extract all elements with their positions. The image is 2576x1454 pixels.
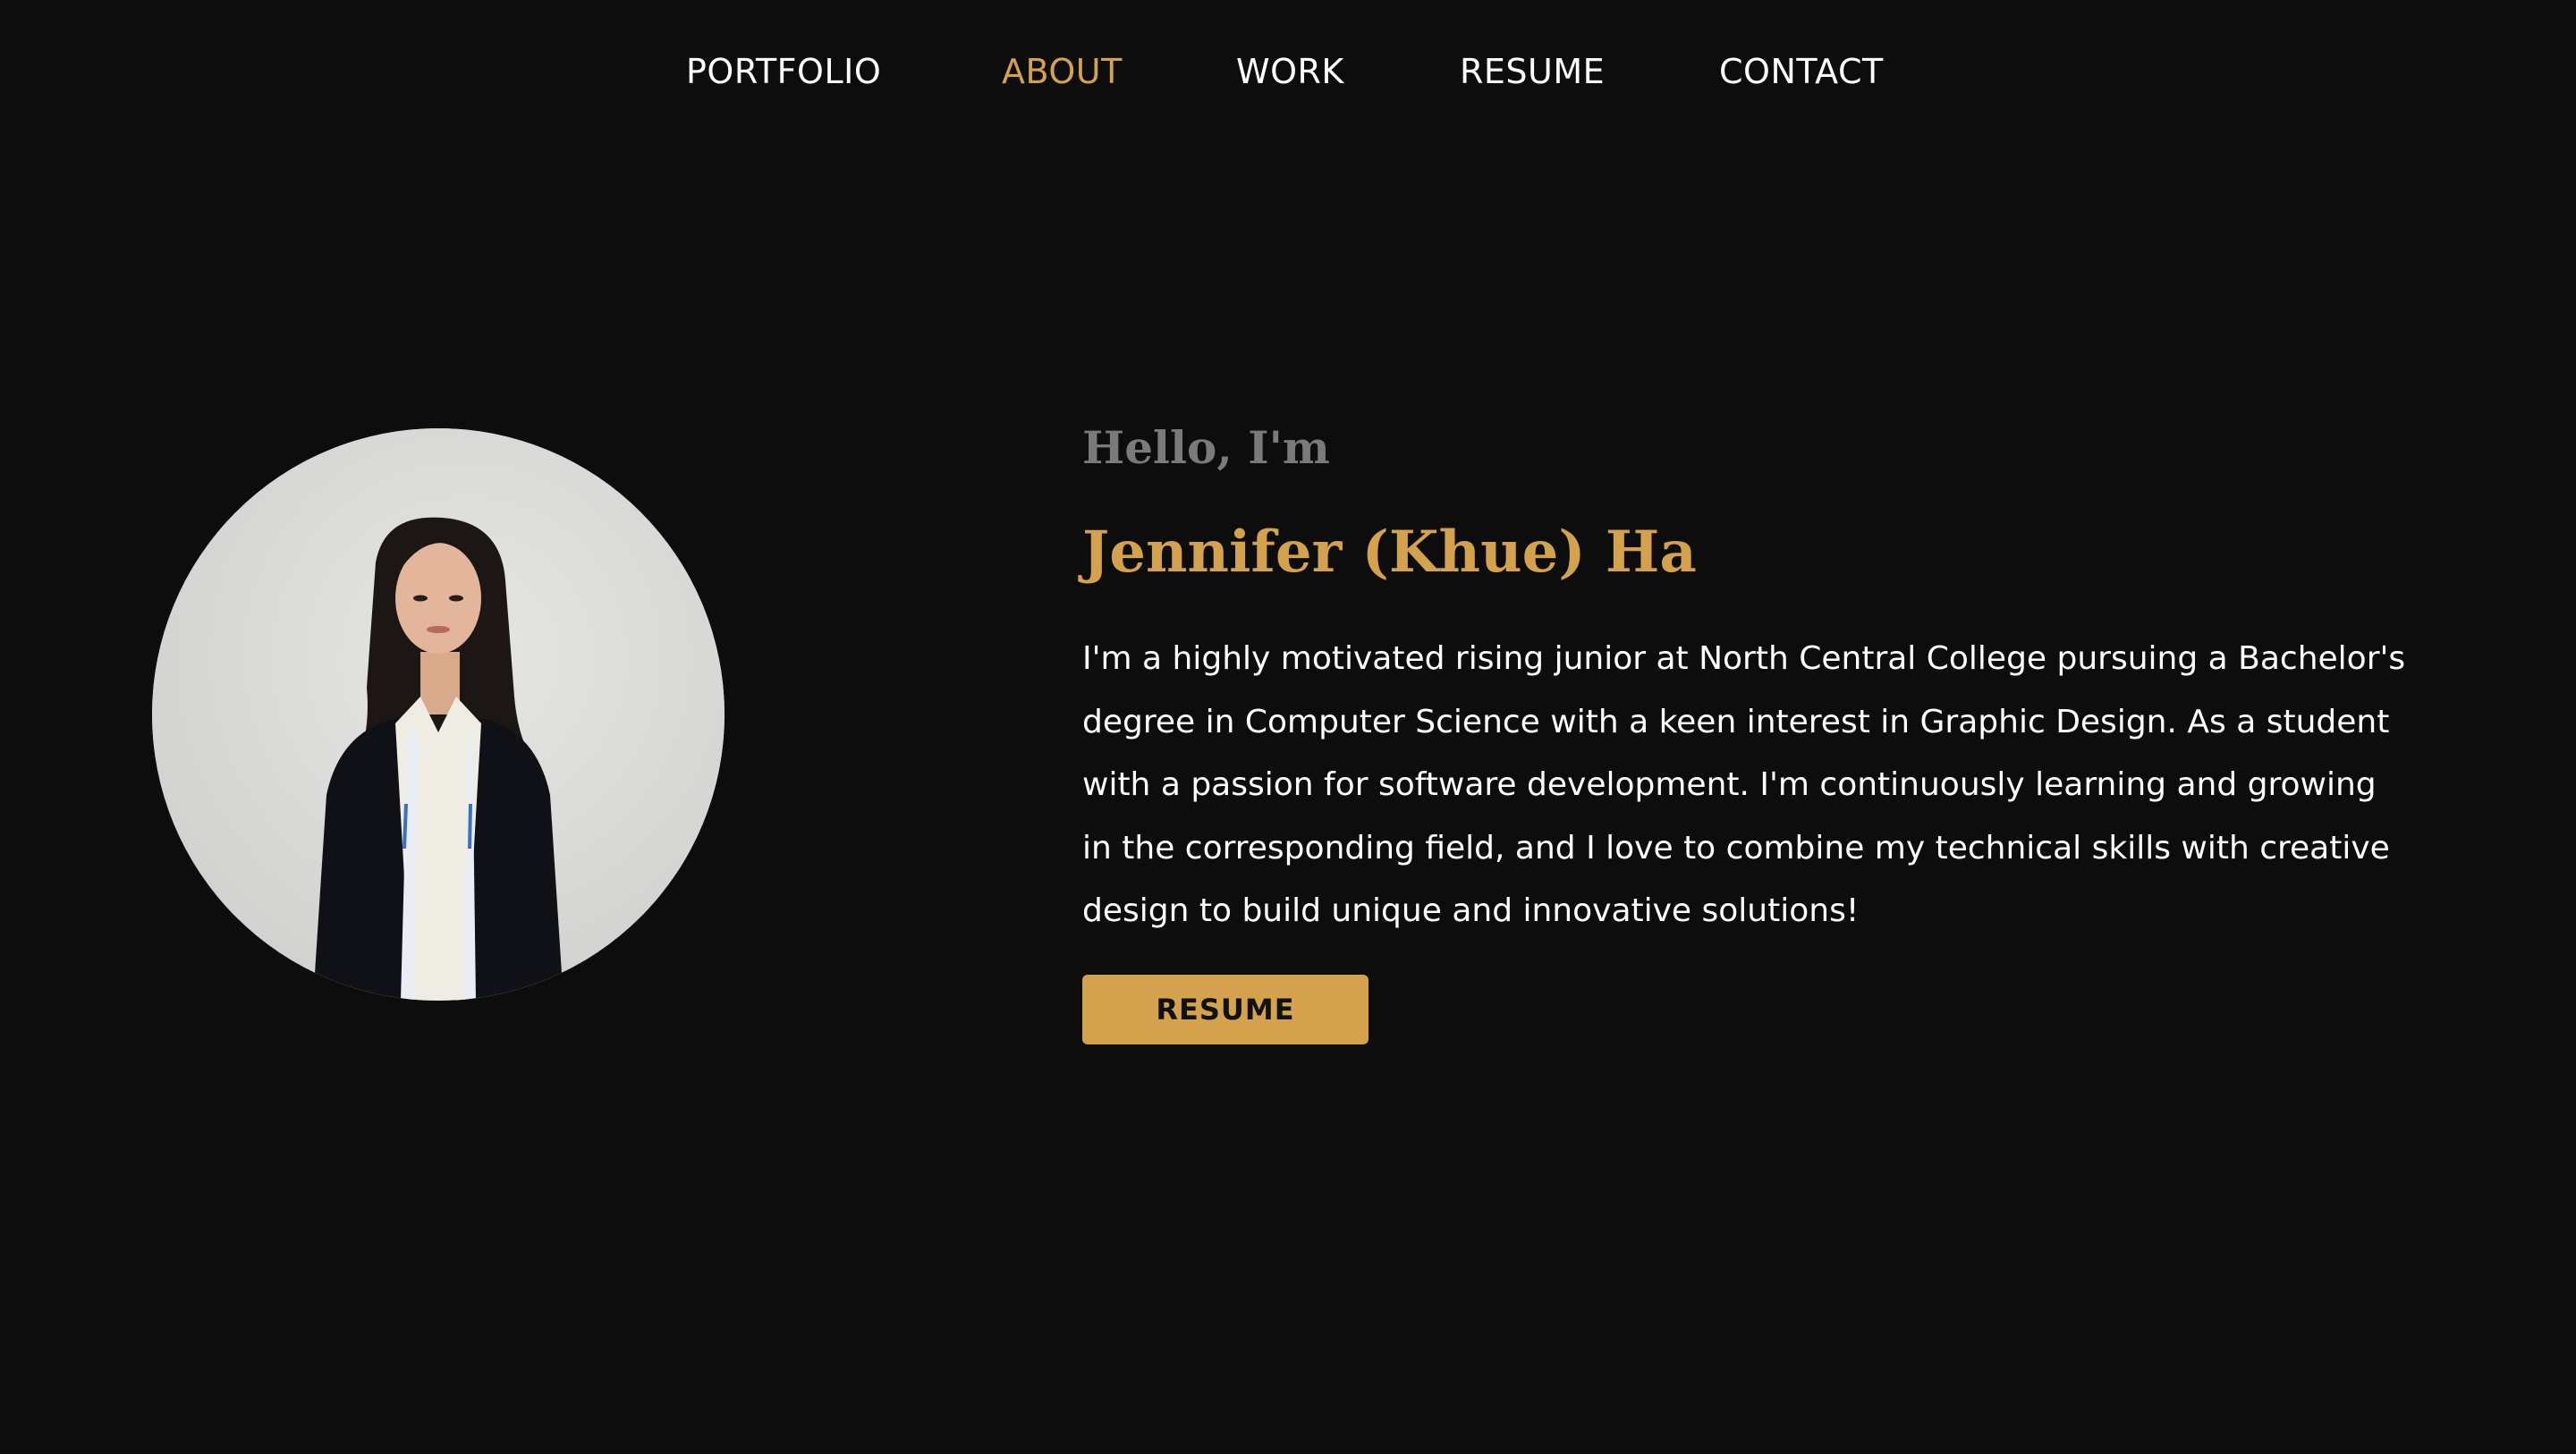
nav-item-resume[interactable]: RESUME [1460,46,1605,97]
main-nav: PORTFOLIO ABOUT WORK RESUME CONTACT [0,46,2576,100]
nav-item-contact[interactable]: CONTACT [1719,46,1884,97]
bio-line: degree in Computer Science with a keen i… [1082,703,2390,740]
bio-line: design to build unique and innovative so… [1082,892,1860,929]
bio-line: with a passion for software development.… [1082,766,2377,803]
person-name: Jennifer (Khue) Ha [1082,519,1697,586]
profile-photo [152,428,724,1001]
bio-line: I'm a highly motivated rising junior at … [1082,640,2406,677]
bio-paragraph: I'm a highly motivated rising junior at … [1082,628,2406,943]
nav-item-work[interactable]: WORK [1236,46,1344,97]
resume-button[interactable]: RESUME [1082,975,1368,1044]
nav-item-about[interactable]: ABOUT [1002,46,1123,97]
nav-item-portfolio[interactable]: PORTFOLIO [686,46,881,97]
greeting: Hello, I'm [1082,421,1330,474]
bio-line: in the corresponding field, and I love t… [1082,829,2390,866]
